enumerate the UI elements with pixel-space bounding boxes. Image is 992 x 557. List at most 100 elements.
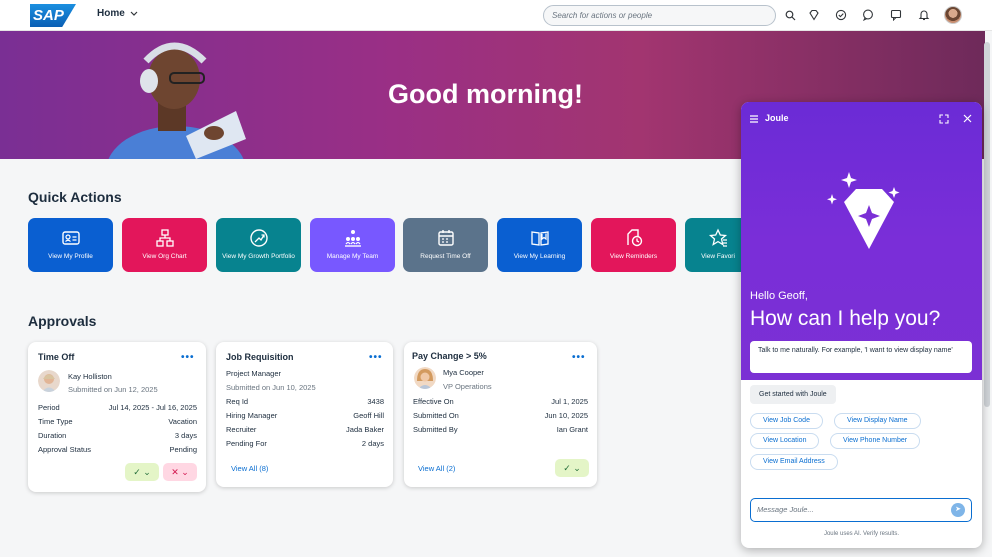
card-title: Pay Change > 5%: [412, 351, 487, 361]
sap-logo[interactable]: SAP: [30, 4, 76, 27]
view-all-link[interactable]: View All (2): [418, 464, 455, 473]
search-input[interactable]: Search for actions or people: [543, 5, 776, 26]
more-options-button[interactable]: •••: [572, 352, 586, 363]
avatar: [38, 370, 60, 392]
ai-disclaimer: Joule uses AI. Verify results.: [823, 531, 900, 537]
field-label: Submitted On: [413, 411, 459, 420]
view-all-link[interactable]: View All (8): [231, 464, 268, 473]
field-label: Pending For: [226, 439, 267, 448]
banner-person-image: [108, 42, 246, 159]
tile-label: View My Learning: [513, 253, 566, 260]
team-icon: [344, 230, 361, 247]
greeting-text: Hello Geoff,: [750, 290, 808, 302]
page-scrollbar[interactable]: [984, 42, 990, 407]
profile-card-icon: [61, 231, 80, 245]
joule-header: Joule Hello Geoff, How can I help you? T…: [741, 102, 982, 380]
field-value: Jada Baker: [346, 425, 384, 434]
suggestion-chip[interactable]: View Display Name: [834, 413, 921, 429]
field-value: Geoff Hill: [353, 411, 384, 420]
tile-view-org-chart[interactable]: View Org Chart: [122, 218, 207, 272]
suggestion-chip[interactable]: View Location: [750, 433, 820, 449]
calendar-icon: [437, 230, 454, 246]
joule-title: Joule: [765, 113, 789, 123]
chevron-down-icon: [130, 11, 138, 16]
employee-role: VP Operations: [443, 382, 492, 391]
quick-actions-title: Quick Actions: [28, 189, 122, 205]
requester-name: Kay Holliston: [68, 372, 112, 381]
field-value: Jul 1, 2025: [551, 397, 588, 406]
tile-view-my-profile[interactable]: View My Profile: [28, 218, 113, 272]
field-label: Submitted By: [413, 425, 458, 434]
time-off-card[interactable]: Time Off ••• Kay Holliston Submitted on …: [28, 342, 206, 492]
reminder-icon: [626, 229, 642, 247]
tile-label: View Org Chart: [142, 253, 187, 260]
tile-label: Manage My Team: [326, 253, 379, 260]
field-label: Duration: [38, 431, 67, 440]
tile-view-favorites[interactable]: View Favori: [685, 218, 741, 272]
field-value: 2 days: [361, 439, 384, 448]
tile-view-growth-portfolio[interactable]: View My Growth Portfolio: [216, 218, 301, 272]
submitted-date: Submitted on Jun 10, 2025: [226, 383, 316, 392]
joule-panel: Joule Hello Geoff, How can I help you? T…: [741, 102, 982, 548]
field-value: Vacation: [168, 417, 197, 426]
field-value: Jun 10, 2025: [544, 411, 588, 420]
send-icon[interactable]: ➤: [951, 503, 965, 517]
home-menu[interactable]: Home: [97, 8, 138, 19]
chat-help-icon[interactable]: [861, 8, 875, 22]
diamond-icon[interactable]: [807, 8, 821, 22]
card-title: Job Requisition: [226, 352, 294, 362]
check-circle-icon[interactable]: [834, 8, 848, 22]
job-title: Project Manager: [226, 369, 282, 378]
job-requisition-card[interactable]: Job Requisition ••• Project Manager Subm…: [216, 342, 393, 487]
bell-icon[interactable]: [917, 8, 931, 22]
org-chart-icon: [155, 229, 174, 247]
field-label: Req Id: [226, 397, 249, 406]
tile-label: View My Profile: [48, 253, 93, 260]
approve-button[interactable]: ✓ ⌄: [555, 459, 589, 477]
suggestion-chip[interactable]: View Email Address: [750, 454, 838, 470]
book-icon: [530, 231, 549, 246]
tile-label: View Reminders: [609, 253, 658, 260]
get-started-button[interactable]: Get started with Joule: [750, 385, 836, 404]
field-label: Hiring Manager: [226, 411, 278, 420]
message-input[interactable]: Message Joule... ➤: [750, 498, 972, 522]
greeting-heading: Good morning!: [388, 79, 583, 109]
menu-icon[interactable]: [749, 114, 759, 124]
field-label: Period: [38, 403, 60, 412]
tile-label: View My Growth Portfolio: [222, 253, 295, 260]
tile-request-time-off[interactable]: Request Time Off: [403, 218, 488, 272]
tile-view-my-learning[interactable]: View My Learning: [497, 218, 582, 272]
tile-manage-my-team[interactable]: Manage My Team: [310, 218, 395, 272]
tile-view-reminders[interactable]: View Reminders: [591, 218, 676, 272]
employee-name: Mya Cooper: [443, 368, 484, 377]
pay-change-card[interactable]: Pay Change > 5% ••• Mya Cooper VP Operat…: [404, 342, 597, 487]
favorite-icon: [708, 228, 728, 247]
suggestion-chip[interactable]: View Job Code: [750, 413, 823, 429]
field-value: 3438: [367, 397, 384, 406]
hint-box: Talk to me naturally. For example, 'I wa…: [750, 341, 972, 373]
joule-diamond-icon: [827, 172, 900, 249]
field-label: Recruiter: [226, 425, 257, 434]
home-label: Home: [97, 8, 125, 19]
search-icon[interactable]: [783, 8, 797, 22]
shell-bar: SAP Home Search for actions or people: [0, 0, 992, 31]
approvals-title: Approvals: [28, 313, 97, 329]
user-avatar[interactable]: [944, 6, 962, 24]
help-heading: How can I help you?: [750, 307, 941, 330]
more-options-button[interactable]: •••: [181, 352, 195, 363]
expand-icon[interactable]: [939, 114, 949, 124]
field-value: Jul 14, 2025 - Jul 16, 2025: [108, 403, 197, 412]
suggestion-chip[interactable]: View Phone Number: [830, 433, 921, 449]
tile-label: View Favori: [701, 253, 735, 260]
reject-button[interactable]: ✕ ⌄: [163, 463, 197, 481]
close-icon[interactable]: [963, 114, 972, 123]
feedback-icon[interactable]: [889, 8, 903, 22]
growth-icon: [249, 229, 268, 247]
message-placeholder: Message Joule...: [757, 505, 814, 514]
approve-button[interactable]: ✓ ⌄: [125, 463, 159, 481]
field-label: Effective On: [413, 397, 454, 406]
more-options-button[interactable]: •••: [369, 352, 383, 363]
field-label: Approval Status: [38, 445, 91, 454]
submitted-date: Submitted on Jun 12, 2025: [68, 385, 158, 394]
field-value: Pending: [169, 445, 197, 454]
